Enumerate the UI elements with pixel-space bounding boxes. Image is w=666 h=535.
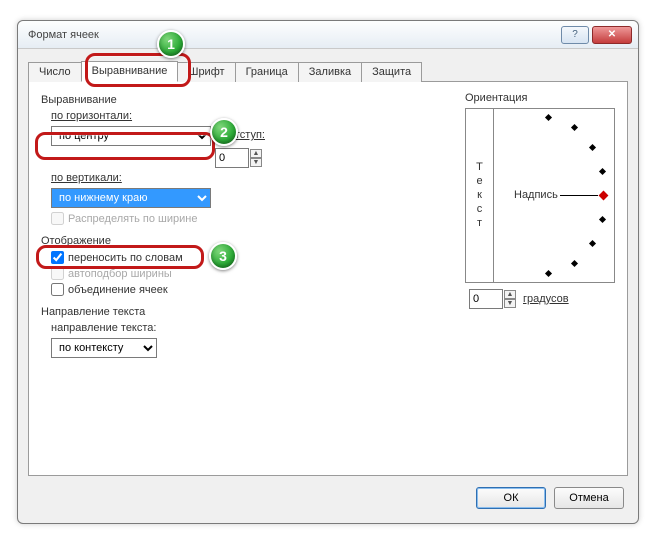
autofit-input	[51, 267, 64, 280]
autofit-label: автоподбор ширины	[68, 268, 172, 280]
merge-label: объединение ячеек	[68, 284, 168, 296]
dial-dot	[545, 270, 552, 277]
merge-input[interactable]	[51, 283, 64, 296]
annotation-marker-3: 3	[209, 242, 237, 270]
orientation-dial[interactable]: Надпись	[494, 109, 614, 282]
help-button[interactable]: ?	[561, 26, 589, 44]
wrap-input[interactable]	[51, 251, 64, 264]
tab-font[interactable]: Шрифт	[177, 62, 235, 82]
orientation-group-label: Ориентация	[465, 92, 615, 104]
annotation-marker-2: 2	[210, 118, 238, 146]
vertical-select[interactable]: по нижнему краю	[51, 188, 211, 208]
tab-protection[interactable]: Защита	[361, 62, 422, 82]
client-area: Число Выравнивание Шрифт Граница Заливка…	[18, 49, 638, 523]
wrap-label: переносить по словам	[68, 252, 183, 264]
vertical-label: по вертикали:	[51, 172, 381, 184]
distribute-checkbox: Распределять по ширине	[51, 212, 381, 225]
alignment-group: Выравнивание по горизонтали: по центру о…	[41, 94, 381, 225]
annotation-marker-1: 1	[157, 30, 185, 58]
display-group: Отображение переносить по словам автопод…	[41, 235, 321, 296]
wrap-checkbox[interactable]: переносить по словам	[51, 251, 321, 264]
distribute-label: Распределять по ширине	[68, 213, 197, 225]
orientation-group: Ориентация Текст Надпись	[465, 92, 615, 309]
indent-down-icon[interactable]: ▼	[250, 158, 262, 167]
dial-dot	[589, 144, 596, 151]
ok-button[interactable]: ОК	[476, 487, 546, 509]
direction-group: Направление текста направление текста: п…	[41, 306, 615, 358]
degrees-input[interactable]	[469, 289, 503, 309]
cancel-button[interactable]: Отмена	[554, 487, 624, 509]
indent-input[interactable]	[215, 148, 249, 168]
dial-dot	[599, 168, 606, 175]
orientation-vertical-button[interactable]: Текст	[466, 109, 494, 282]
orientation-needle	[560, 195, 598, 196]
dial-dot	[589, 240, 596, 247]
orientation-box[interactable]: Текст Надпись	[465, 108, 615, 283]
indent-stepper[interactable]: ▲▼	[215, 148, 263, 168]
display-group-label: Отображение	[41, 235, 321, 247]
tab-fill[interactable]: Заливка	[298, 62, 362, 82]
tab-number[interactable]: Число	[28, 62, 82, 82]
alignment-group-label: Выравнивание	[41, 94, 381, 106]
autofit-checkbox: автоподбор ширины	[51, 267, 321, 280]
indent-up-icon[interactable]: ▲	[250, 149, 262, 158]
tab-panel: Выравнивание по горизонтали: по центру о…	[28, 81, 628, 476]
distribute-input	[51, 212, 64, 225]
dialog-window: Формат ячеек ? ✕ Число Выравнивание Шриф…	[17, 20, 639, 524]
titlebar: Формат ячеек ? ✕	[18, 21, 638, 49]
degrees-up-icon[interactable]: ▲	[504, 290, 516, 299]
horizontal-select[interactable]: по центру	[51, 126, 211, 146]
tab-strip: Число Выравнивание Шрифт Граница Заливка…	[28, 57, 628, 82]
direction-select[interactable]: по контексту	[51, 338, 157, 358]
close-button[interactable]: ✕	[592, 26, 632, 44]
direction-label: направление текста:	[51, 322, 615, 334]
degrees-stepper[interactable]: ▲▼	[469, 289, 517, 309]
orientation-caption: Надпись	[514, 189, 558, 201]
merge-checkbox[interactable]: объединение ячеек	[51, 283, 321, 296]
window-title: Формат ячеек	[28, 29, 558, 41]
tab-alignment[interactable]: Выравнивание	[81, 61, 179, 82]
dialog-buttons: ОК Отмена	[468, 487, 624, 509]
dial-dot	[545, 114, 552, 121]
tab-border[interactable]: Граница	[235, 62, 299, 82]
degrees-down-icon[interactable]: ▼	[504, 299, 516, 308]
degrees-label: градусов	[523, 293, 569, 305]
dial-dot-selected	[599, 191, 609, 201]
orientation-vertical-text: Текст	[474, 161, 486, 231]
dial-dot	[599, 216, 606, 223]
dial-dot	[571, 260, 578, 267]
dial-dot	[571, 124, 578, 131]
